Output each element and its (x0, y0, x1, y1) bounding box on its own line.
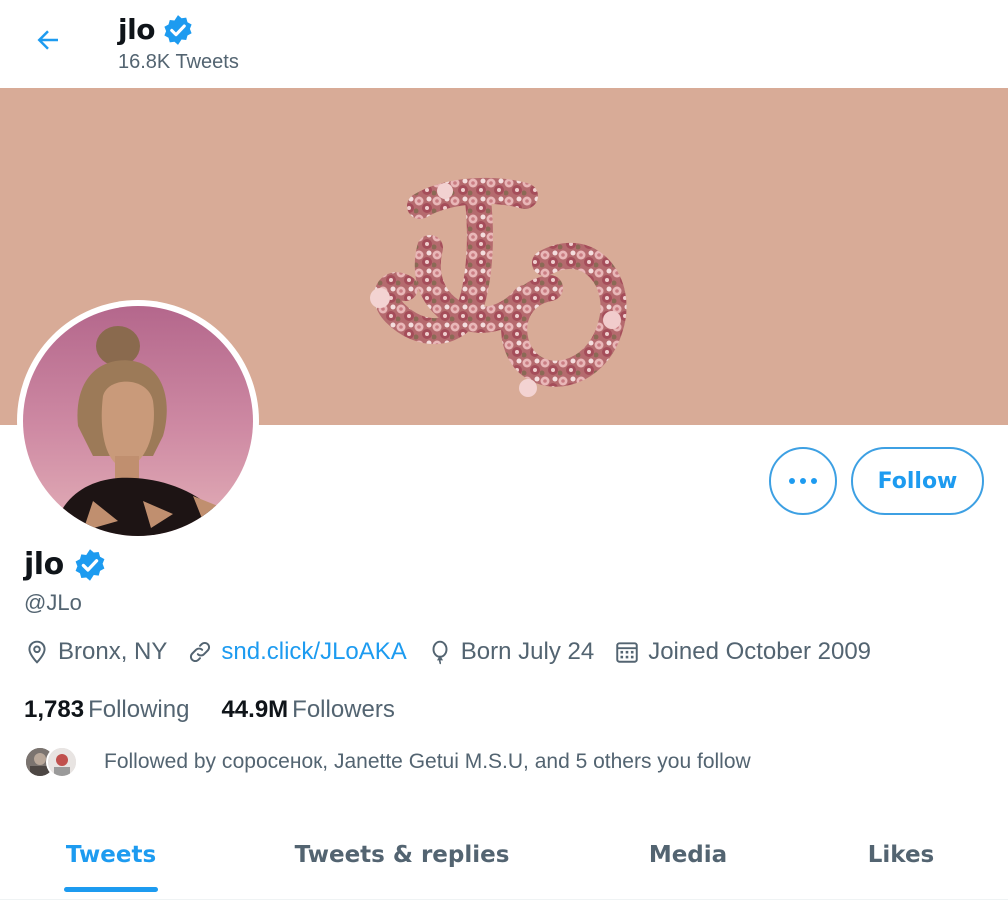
verified-badge-icon (164, 15, 192, 45)
active-tab-indicator (64, 887, 158, 892)
followers-stat[interactable]: 44.9M Followers (221, 696, 394, 724)
follow-stats: 1,783 Following 44.9M Followers (24, 696, 427, 724)
birthday-text: Born July 24 (460, 638, 595, 665)
followers-label: Followers (292, 696, 395, 723)
balloon-icon (432, 640, 448, 665)
tab-tweets-replies[interactable]: Tweets & replies (222, 815, 582, 895)
tab-label: Media (648, 842, 728, 868)
link-icon (190, 641, 211, 663)
followers-count: 44.9M (221, 696, 289, 723)
more-dots-icon (789, 478, 795, 484)
tab-label: Tweets (65, 842, 157, 868)
profile-header: jlo 16.8K Tweets (0, 0, 1008, 88)
tab-label: Tweets & replies (294, 842, 510, 868)
website-link[interactable]: snd.click/JLoAKA (221, 638, 406, 666)
following-count: 1,783 (24, 696, 85, 723)
tab-likes[interactable]: Likes (794, 815, 1008, 895)
location-pin-icon (28, 640, 46, 664)
verified-badge-icon (75, 549, 105, 581)
profile-handle: @JLo (24, 590, 82, 615)
calendar-icon (616, 642, 638, 663)
tweet-count: 16.8K Tweets (118, 51, 239, 73)
header-title: jlo (118, 13, 155, 46)
tab-media[interactable]: Media (582, 815, 794, 895)
tab-label: Likes (867, 842, 935, 868)
profile-tabs: Tweets Tweets & replies Media Likes (0, 815, 1008, 900)
back-arrow-icon (37, 30, 58, 50)
profile-meta: Bronx, NY snd.click/JLoAKA Born July 24 … (24, 638, 891, 666)
avatar-image (23, 306, 253, 536)
followed-by-text: Followed by соросенок, Janette Getui M.S… (104, 750, 751, 773)
birthday-item: Born July 24 (427, 638, 594, 666)
joined-text: Joined October 2009 (648, 638, 872, 665)
joined-item: Joined October 2009 (614, 638, 871, 666)
avatar (46, 746, 78, 778)
tab-tweets[interactable]: Tweets (0, 815, 222, 895)
location-item: Bronx, NY (24, 638, 167, 666)
website-item: snd.click/JLoAKA (187, 638, 407, 666)
followed-by-row[interactable]: Followed by соросенок, Janette Getui M.S… (24, 746, 751, 778)
follow-button[interactable]: Follow (851, 447, 984, 515)
profile-avatar[interactable] (17, 300, 259, 542)
header-text: jlo 16.8K Tweets (118, 10, 239, 74)
back-button[interactable] (22, 18, 74, 62)
more-dot (811, 478, 817, 484)
profile-name-row: jlo (24, 545, 108, 585)
more-options-button[interactable] (769, 447, 837, 515)
header-name-row: jlo (118, 10, 239, 50)
location-text: Bronx, NY (58, 638, 168, 665)
profile-name: jlo (24, 547, 64, 582)
follower-avatars (24, 746, 82, 778)
following-stat[interactable]: 1,783 Following (24, 696, 189, 724)
more-dot (800, 478, 806, 484)
following-label: Following (88, 696, 190, 723)
